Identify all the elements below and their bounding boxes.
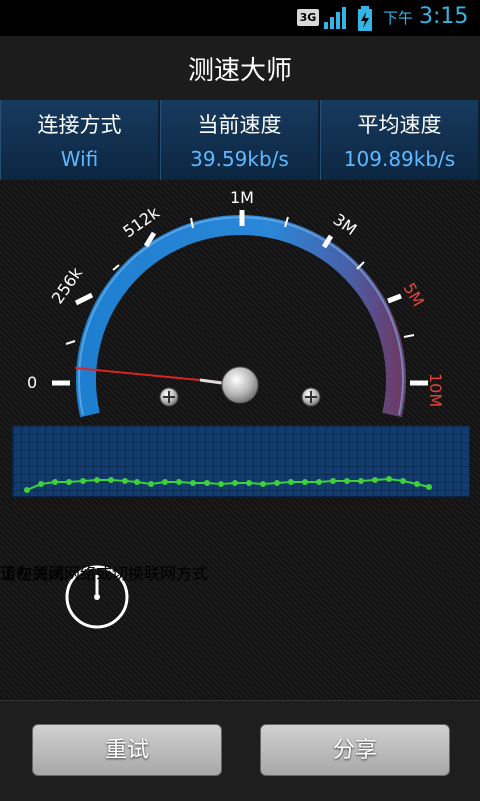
connection-type-cell: 连接方式 Wifi xyxy=(0,100,160,180)
battery-charging-icon xyxy=(358,6,372,31)
network-type-badge: 3G xyxy=(297,9,319,26)
average-speed-cell: 平均速度 109.89kb/s xyxy=(320,100,480,180)
app-title: 测速大师 xyxy=(187,56,292,86)
screw-left xyxy=(159,387,179,407)
speed-gauge: 0 256k 512k 1M 3M 5M 10M xyxy=(27,188,445,418)
retry-button[interactable]: 重试 xyxy=(32,724,222,776)
screw-right xyxy=(301,387,321,407)
gauge-label-10M: 10M xyxy=(426,373,445,407)
clock-text: 下午 3:15 xyxy=(383,4,468,29)
share-button[interactable]: 分享 xyxy=(260,724,450,776)
gauge-knob xyxy=(221,366,259,404)
gauge-label-512k: 512k xyxy=(119,202,163,241)
title-bar: 测速大师 xyxy=(0,36,480,101)
signal-icon xyxy=(324,7,346,29)
current-speed-cell: 当前速度 39.59kb/s xyxy=(160,100,320,180)
connection-type-value: Wifi xyxy=(60,147,99,171)
connection-type-label: 连接方式 xyxy=(37,113,122,137)
gauge-label-0: 0 xyxy=(27,373,37,392)
info-panel: 连接方式 Wifi 当前速度 39.59kb/s 平均速度 109.89kb/s xyxy=(0,100,480,180)
current-speed-value: 39.59kb/s xyxy=(190,147,289,171)
time: 3:15 xyxy=(419,4,469,29)
status-bar: 3G 下午 3:15 xyxy=(0,0,480,36)
average-speed-value: 109.89kb/s xyxy=(343,147,456,171)
gauge-label-5M: 5M xyxy=(400,280,428,310)
gauge-label-3M: 3M xyxy=(330,210,361,239)
test-hint-text: 请勿关闭网络或切换联网方式 xyxy=(0,564,209,583)
speed-history-line xyxy=(24,476,432,493)
gauge-label-1M: 1M xyxy=(230,188,254,207)
average-speed-label: 平均速度 xyxy=(357,113,442,137)
am-pm: 下午 xyxy=(383,9,414,27)
speed-history-graph xyxy=(12,425,470,497)
gauge-needle xyxy=(74,367,221,383)
current-speed-label: 当前速度 xyxy=(197,113,282,137)
